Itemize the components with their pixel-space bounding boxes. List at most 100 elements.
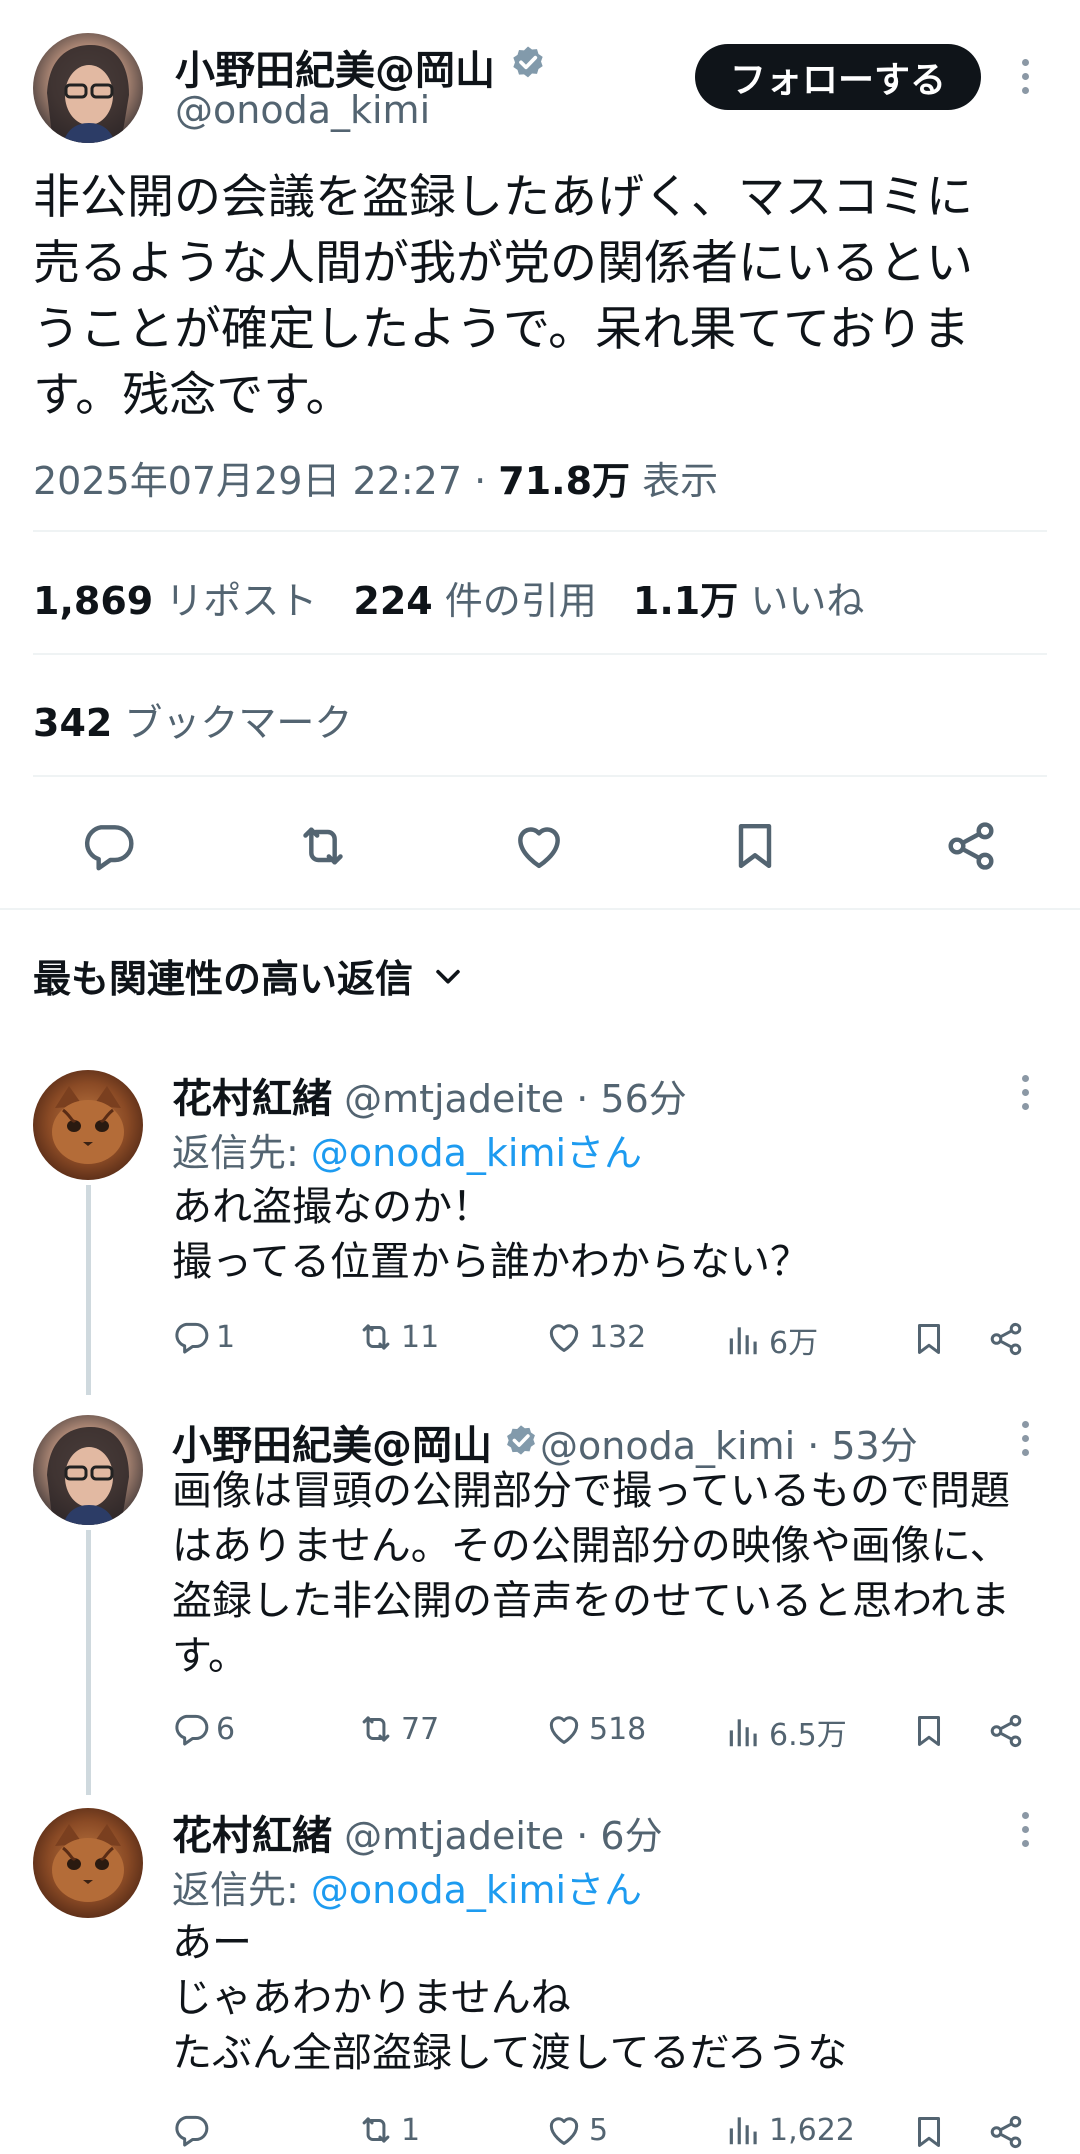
reply-to-handle[interactable]: @onoda_kimiさん: [311, 1131, 642, 1175]
reply-to: 返信先: @onoda_kimiさん: [172, 1122, 642, 1177]
reply-count: 6: [216, 1711, 236, 1747]
reply-text-line: す。: [172, 1633, 248, 1679]
more-options-icon[interactable]: [1005, 1408, 1045, 1468]
reply-header: 小野田紀美@岡山 @onoda_kimi · 53分: [172, 1413, 918, 1471]
reply-header: 花村紅緒 @mtjadeite · 56分: [172, 1066, 687, 1124]
likes-label: いいね: [738, 579, 865, 623]
share-icon[interactable]: [987, 2113, 1025, 2151]
views-button[interactable]: 6.5万: [725, 1710, 847, 1754]
reply-sort-selector[interactable]: 最も関連性の高い返信: [33, 948, 465, 1003]
views-count: 1,622: [769, 2112, 855, 2148]
like-button[interactable]: 5: [545, 2111, 608, 2149]
like-button[interactable]: 132: [545, 1318, 646, 1356]
reply-avatar[interactable]: [33, 1808, 143, 1918]
reply-button[interactable]: [172, 2111, 216, 2149]
verified-badge-icon: [502, 1423, 540, 1461]
reply-author-meta[interactable]: @mtjadeite · 56分: [332, 1077, 687, 1121]
reply-author-name[interactable]: 花村紅緒: [172, 1076, 332, 1122]
repost-button[interactable]: 11: [357, 1318, 439, 1356]
reply-avatar[interactable]: [33, 1415, 143, 1525]
views-icon: [725, 2111, 763, 2149]
reply-text-line: 盗録した非公開の音声をのせていると思われま: [172, 1578, 1010, 1624]
like-icon: [545, 1710, 583, 1748]
reply-author-name[interactable]: 花村紅緒: [172, 1813, 332, 1859]
divider: [33, 775, 1047, 777]
reply-to-prefix: 返信先:: [172, 1868, 311, 1912]
reply-text-line: じゃあわかりませんね: [172, 1975, 571, 2021]
share-icon[interactable]: [943, 818, 999, 874]
bookmarks-label: ブックマーク: [112, 701, 353, 745]
reply-sort-label: 最も関連性の高い返信: [33, 957, 414, 1001]
tweet-timestamp[interactable]: 2025年07月29日 22:27 ·: [33, 459, 498, 503]
share-icon[interactable]: [987, 1712, 1025, 1750]
bookmark-icon[interactable]: [910, 1320, 948, 1358]
reply-text: 画像は冒頭の公開部分で撮っているもので問題 はありません。その公開部分の映像や画…: [172, 1464, 1010, 1684]
views-icon: [725, 1321, 763, 1359]
reply-text-line: 撮ってる位置から誰かわからない？: [172, 1239, 810, 1285]
reply-icon[interactable]: [80, 818, 136, 874]
repost-icon: [357, 1318, 395, 1356]
thread-line: [86, 1530, 91, 1795]
repost-button[interactable]: 1: [357, 2111, 420, 2149]
reply-button[interactable]: 1: [172, 1318, 235, 1356]
verified-badge-icon: [508, 44, 548, 84]
like-count: 5: [589, 2112, 609, 2148]
views-count: 6万: [769, 1326, 819, 1361]
engagement-stats: 1,869 リポスト 224 件の引用 1.1万 いいね: [33, 570, 864, 625]
repost-count: 11: [401, 1319, 440, 1355]
reposts-count: 1,869: [33, 579, 154, 623]
repost-count: 1: [401, 2112, 421, 2148]
views-button[interactable]: 6万: [725, 1318, 818, 1362]
bookmarks-stat[interactable]: 342 ブックマーク: [33, 692, 352, 747]
bookmark-icon[interactable]: [727, 818, 783, 874]
reply-to: 返信先: @onoda_kimiさん: [172, 1859, 642, 1914]
reply-button[interactable]: 6: [172, 1710, 235, 1748]
author-handle[interactable]: @onoda_kimi: [175, 88, 430, 132]
repost-button[interactable]: 77: [357, 1710, 439, 1748]
more-options-icon[interactable]: [1005, 46, 1045, 106]
reply-icon: [172, 1710, 210, 1748]
reply-icon: [172, 1318, 210, 1356]
reply-count: 1: [216, 1319, 236, 1355]
reposts-label: リポスト: [153, 579, 318, 623]
like-count: 132: [589, 1319, 647, 1355]
chevron-down-icon: [436, 969, 460, 984]
like-icon[interactable]: [511, 818, 567, 874]
share-icon[interactable]: [987, 1320, 1025, 1358]
like-count: 518: [589, 1711, 647, 1747]
views-label: 表示: [630, 459, 719, 503]
reply-text-line: あー: [172, 1920, 252, 1966]
reposts-stat[interactable]: 1,869 リポスト: [33, 579, 317, 623]
reply-author-name[interactable]: 小野田紀美@岡山: [172, 1413, 492, 1471]
like-icon: [545, 1318, 583, 1356]
reply-author-meta[interactable]: @mtjadeite · 6分: [332, 1814, 663, 1858]
reply-text-line: あれ盗撮なのか！: [172, 1184, 492, 1230]
follow-button[interactable]: フォローする: [695, 44, 981, 110]
views-count: 71.8万: [498, 459, 631, 503]
reply-text-line: たぶん全部盗録して渡してるだろうな: [172, 2030, 848, 2076]
tweet-text-line: うことが確定したようで。呆れ果てておりま: [33, 302, 970, 357]
tweet-text-line: 売るような人間が我が党の関係者にいるとい: [33, 236, 973, 291]
reply-text: あれ盗撮なのか！ 撮ってる位置から誰かわからない？: [172, 1180, 810, 1290]
repost-icon[interactable]: [295, 818, 351, 874]
reply-text-line: はありません。その公開部分の映像や画像に、: [172, 1523, 1010, 1569]
reply-text: あー じゃあわかりませんね たぶん全部盗録して渡してるだろうな: [172, 1916, 847, 2081]
reply-text-line: 画像は冒頭の公開部分で撮っているもので問題: [172, 1468, 1010, 1514]
likes-stat[interactable]: 1.1万 いいね: [633, 579, 864, 623]
bookmark-icon[interactable]: [910, 2113, 948, 2151]
quotes-stat[interactable]: 224 件の引用: [353, 579, 596, 623]
author-avatar[interactable]: [33, 33, 143, 143]
like-button[interactable]: 518: [545, 1710, 646, 1748]
quotes-count: 224: [353, 579, 433, 623]
reply-to-prefix: 返信先:: [172, 1131, 311, 1175]
reply-author-meta[interactable]: @onoda_kimi · 53分: [540, 1415, 918, 1470]
divider: [33, 530, 1047, 532]
tweet-text-line: す。残念です。: [33, 368, 353, 423]
bookmark-icon[interactable]: [910, 1712, 948, 1750]
reply-avatar[interactable]: [33, 1070, 143, 1180]
views-button[interactable]: 1,622: [725, 2111, 855, 2149]
quotes-label: 件の引用: [432, 579, 597, 623]
more-options-icon[interactable]: [1005, 1799, 1045, 1859]
more-options-icon[interactable]: [1005, 1062, 1045, 1122]
reply-to-handle[interactable]: @onoda_kimiさん: [311, 1868, 642, 1912]
